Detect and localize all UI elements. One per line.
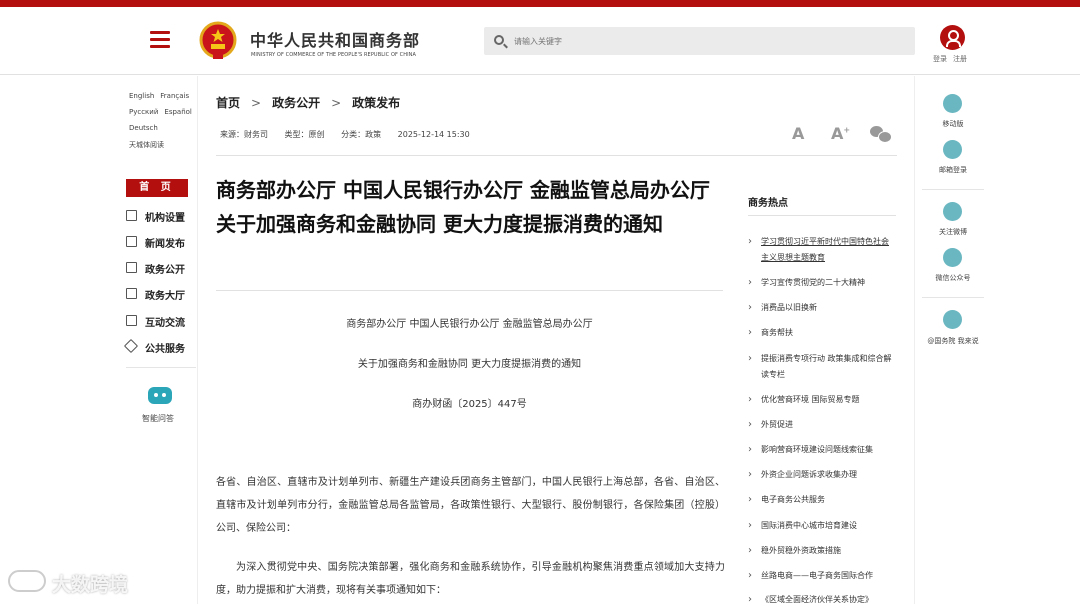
breadcrumb-home[interactable]: 首页 [216,96,240,110]
divider [126,367,196,368]
divider [922,189,984,190]
news-icon [126,236,137,247]
lang-spanish[interactable]: Español [164,108,191,116]
hot-item[interactable]: 国际消费中心城市培育建设 [748,518,896,534]
lang-russian[interactable]: Русский [129,108,158,116]
divider [922,297,984,298]
breadcrumb-policy[interactable]: 政策发布 [352,96,400,110]
breadcrumb: 首页 > 政务公开 > 政策发布 [216,94,400,111]
hot-item[interactable]: 外贸促进 [748,417,896,433]
lang-other[interactable]: 天城体阅读 [129,141,164,149]
font-increase-button[interactable]: A+ [831,124,850,143]
hot-item[interactable]: 稳外贸稳外资政策措施 [748,543,896,559]
robot-icon[interactable] [148,387,172,404]
watermark-text: 大数跨境 [52,574,129,596]
monitor-icon [126,288,137,299]
nav-item-news[interactable]: 新闻发布 [126,233,196,251]
language-row: Deutsch [129,124,164,132]
watermark-logo-icon [8,570,46,592]
mail-icon[interactable] [943,140,962,159]
wechat-label[interactable]: 微信公众号 [915,273,991,283]
mail-label[interactable]: 邮箱登录 [915,165,991,175]
at-icon[interactable] [943,310,962,329]
nav-item-public-service[interactable]: 公共服务 [123,338,196,356]
nav-item-interaction[interactable]: 互动交流 [126,312,196,330]
nav-home-button[interactable]: 首 页 [126,179,188,197]
hot-item[interactable]: 学习宣传贯彻党的二十大精神 [748,275,896,291]
lang-english[interactable]: English [129,92,154,100]
top-red-bar [0,0,1080,7]
national-emblem-icon[interactable] [199,21,237,61]
meta-type: 类型：原创 [284,130,325,139]
user-icon[interactable] [940,25,965,50]
search-bar [484,27,915,55]
site-header: 中华人民共和国商务部 MINISTRY OF COMMERCE OF THE P… [0,7,1080,75]
assistant-label[interactable]: 智能问答 [142,413,174,424]
article-meta: 来源：财务司 类型：原创 分类：政策 2025-12-14 15:30 [220,129,484,140]
chevron-right-icon: > [331,96,342,110]
divider [748,215,896,216]
hot-item[interactable]: 丝路电商——电子商务国际合作 [748,568,896,584]
weibo-label[interactable]: 关注微博 [915,227,991,237]
nav-item-public-affairs[interactable]: 政务公开 [126,259,196,277]
left-sidebar: English Français Русский Español Deutsch 天… [123,76,198,604]
site-title[interactable]: 中华人民共和国商务部 [250,27,420,51]
user-links: 登录 注册 [933,54,973,64]
hot-item[interactable]: 学习贯彻习近平新时代中国特色社会主义思想主题教育 [748,234,896,266]
hot-item[interactable]: 消费品以旧换新 [748,300,896,316]
font-decrease-button[interactable]: A [792,124,804,143]
document-icon [126,262,137,273]
language-row: Русский Español [129,108,198,116]
lang-french[interactable]: Français [160,92,189,100]
chevron-right-icon: > [251,96,262,110]
hot-item[interactable]: 外资企业问题诉求收集办理 [748,467,896,483]
weibo-icon[interactable] [943,202,962,221]
article-body: 为深入贯彻党中央、国务院决策部署，强化商务和金融系统协作，引导金融机构聚焦消费重… [216,562,725,596]
language-row: 天城体阅读 [129,140,170,150]
search-icon[interactable] [494,35,504,45]
hot-item[interactable]: 提振消费专项行动 政策集成和综合解读专栏 [748,351,896,383]
hot-item[interactable]: 优化营商环境 国际贸易专题 [748,392,896,408]
lang-german[interactable]: Deutsch [129,124,158,132]
article-title: 商务部办公厅 中国人民银行办公厅 金融监管总局办公厅关于加强商务和金融协同 更大… [216,178,710,236]
state-council-label[interactable]: @国务院 我来说 [915,336,991,346]
language-row: English Français [129,92,195,100]
breadcrumb-public-affairs[interactable]: 政务公开 [272,96,320,110]
meta-source: 来源：财务司 [220,130,268,139]
register-link[interactable]: 注册 [953,55,967,63]
hamburger-menu-icon[interactable] [150,31,170,48]
article-doc-title: 关于加强商务和金融协同 更大力度提振消费的通知 [357,359,582,370]
hot-item[interactable]: 影响营商环境建设问题线索征集 [748,442,896,458]
wechat-icon[interactable] [943,248,962,267]
divider [216,155,897,156]
grid-icon [126,210,137,221]
nav-item-service-hall[interactable]: 政务大厅 [126,285,196,303]
hot-item[interactable]: 《区域全面经济伙伴关系协定》 [748,592,896,608]
wechat-share-icon[interactable] [870,126,892,143]
article-doc-number: 商办财函〔2025〕447号 [412,399,527,410]
hot-item[interactable]: 电子商务公共服务 [748,492,896,508]
hot-item[interactable]: 商务帮扶 [748,325,896,341]
diamond-icon [123,338,139,354]
site-subtitle: MINISTRY OF COMMERCE OF THE PEOPLE'S REP… [251,52,417,58]
article-issuers: 商务部办公厅 中国人民银行办公厅 金融监管总局办公厅 [346,319,593,330]
mobile-label[interactable]: 移动版 [915,119,991,129]
mobile-icon[interactable] [943,94,962,113]
nav-item-organization[interactable]: 机构设置 [126,207,196,225]
hot-topics-title: 商务热点 [748,198,788,209]
right-sidebar: 移动版 邮箱登录 关注微博 微信公众号 @国务院 我来说 [914,76,1080,604]
meta-datetime: 2025-12-14 15:30 [397,130,470,139]
article-recipients: 各省、自治区、直辖市及计划单列市、新疆生产建设兵团商务主管部门，中国人民银行上海… [216,477,725,534]
search-input[interactable] [514,32,894,50]
chat-icon [126,315,137,326]
divider [216,290,723,291]
login-link[interactable]: 登录 [933,55,947,63]
meta-category: 分类：政策 [341,130,382,139]
